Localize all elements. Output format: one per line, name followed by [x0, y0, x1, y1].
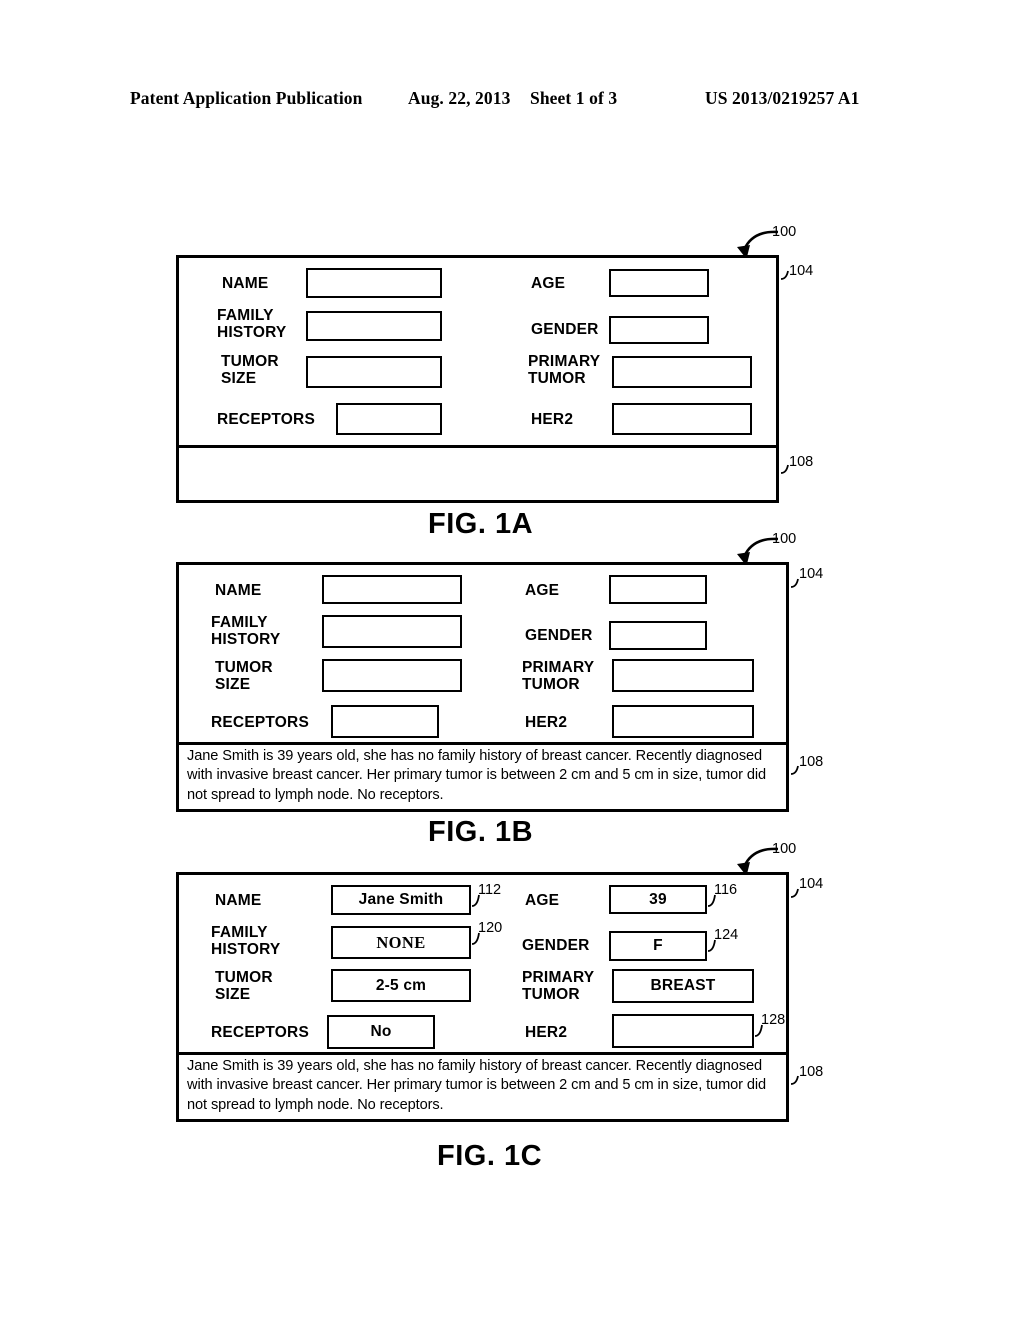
- label-gender-1c: GENDER: [522, 937, 590, 954]
- form-area-1c: NAME Jane Smith FAMILY HISTORY NONE TUMO…: [179, 875, 786, 1055]
- label-name-1c: NAME: [215, 892, 262, 909]
- field-receptors-1a[interactable]: [336, 403, 442, 435]
- label-receptors: RECEPTORS: [217, 411, 315, 428]
- publication-date: Aug. 22, 2013: [408, 88, 511, 108]
- label-name-1b: NAME: [215, 582, 262, 599]
- field-family-history-1a[interactable]: [306, 311, 442, 341]
- form-area-1b: NAME FAMILY HISTORY TUMOR SIZE RECEPTORS…: [179, 565, 786, 745]
- label-name: NAME: [222, 275, 269, 292]
- ref-100-1c: 100: [772, 841, 797, 857]
- label-age-1c: AGE: [525, 892, 560, 909]
- field-receptors-1c[interactable]: No: [327, 1015, 435, 1049]
- patient-record-frame-1b: NAME FAMILY HISTORY TUMOR SIZE RECEPTORS…: [176, 562, 789, 812]
- label-primary-tumor-1b: PRIMARY TUMOR: [522, 659, 595, 693]
- field-tumor-size-1c[interactable]: 2-5 cm: [331, 969, 471, 1002]
- label-her2-1b: HER2: [525, 714, 568, 731]
- ref-104-1c: 104: [799, 876, 824, 892]
- label-tumor-size-1b: TUMOR SIZE: [215, 659, 273, 693]
- page-header: Patent Application Publication Aug. 22, …: [130, 88, 894, 112]
- publication-title: Patent Application Publication: [130, 88, 363, 108]
- field-gender-1b[interactable]: [609, 621, 707, 650]
- ref-128: 128: [761, 1012, 786, 1028]
- field-age-1b[interactable]: [609, 575, 707, 604]
- figure-caption-1a: FIG. 1A: [428, 508, 534, 540]
- label-family-history-1c: FAMILY HISTORY: [211, 924, 281, 958]
- ref-104-1a: 104: [789, 263, 814, 279]
- field-gender-1c[interactable]: F: [609, 931, 707, 961]
- field-age-1c[interactable]: 39: [609, 885, 707, 914]
- description-area-1b: Jane Smith is 39 years old, she has no f…: [179, 742, 786, 809]
- ref-104-1b: 104: [799, 566, 824, 582]
- sheet-number: Sheet 1 of 3: [530, 88, 618, 108]
- ref-100-1b: 100: [772, 531, 797, 547]
- label-tumor-size: TUMOR SIZE: [221, 353, 279, 387]
- ref-108-1b: 108: [799, 754, 824, 770]
- label-receptors-1b: RECEPTORS: [211, 714, 309, 731]
- label-receptors-1c: RECEPTORS: [211, 1024, 309, 1041]
- label-tumor-size-1c: TUMOR SIZE: [215, 969, 273, 1003]
- label-family-history: FAMILY HISTORY: [217, 307, 287, 341]
- field-name-1c[interactable]: Jane Smith: [331, 885, 471, 915]
- field-primary-tumor-1b[interactable]: [612, 659, 754, 692]
- field-her2-1c[interactable]: [612, 1014, 754, 1048]
- ref-120: 120: [478, 920, 503, 936]
- patient-record-frame-1a: NAME FAMILY HISTORY TUMOR SIZE RECEPTORS…: [176, 255, 779, 503]
- patient-record-frame-1c: NAME Jane Smith FAMILY HISTORY NONE TUMO…: [176, 872, 789, 1122]
- description-area-1a: [179, 445, 776, 500]
- field-tumor-size-1a[interactable]: [306, 356, 442, 388]
- label-age: AGE: [531, 275, 566, 292]
- figure-caption-1b: FIG. 1B: [428, 816, 534, 848]
- field-name-1a[interactable]: [306, 268, 442, 298]
- field-name-1b[interactable]: [322, 575, 462, 604]
- label-her2: HER2: [531, 411, 574, 428]
- label-her2-1c: HER2: [525, 1024, 568, 1041]
- ref-108-1c: 108: [799, 1064, 824, 1080]
- ref-108-1a: 108: [789, 454, 814, 470]
- field-family-history-1b[interactable]: [322, 615, 462, 648]
- field-receptors-1b[interactable]: [331, 705, 439, 738]
- patent-number: US 2013/0219257 A1: [705, 88, 860, 108]
- ref-124: 124: [714, 927, 739, 943]
- ref-112: 112: [478, 882, 502, 898]
- field-age-1a[interactable]: [609, 269, 709, 297]
- field-tumor-size-1b[interactable]: [322, 659, 462, 692]
- label-gender-1b: GENDER: [525, 627, 593, 644]
- ref-100: 100: [772, 224, 797, 240]
- label-primary-tumor: PRIMARY TUMOR: [528, 353, 601, 387]
- field-her2-1b[interactable]: [612, 705, 754, 738]
- label-primary-tumor-1c: PRIMARY TUMOR: [522, 969, 595, 1003]
- field-primary-tumor-1c[interactable]: BREAST: [612, 969, 754, 1003]
- description-area-1c: Jane Smith is 39 years old, she has no f…: [179, 1052, 786, 1119]
- field-family-history-1c[interactable]: NONE: [331, 926, 471, 959]
- field-primary-tumor-1a[interactable]: [612, 356, 752, 388]
- form-area-1a: NAME FAMILY HISTORY TUMOR SIZE RECEPTORS…: [179, 258, 776, 448]
- field-her2-1a[interactable]: [612, 403, 752, 435]
- ref-116: 116: [714, 882, 738, 898]
- label-family-history-1b: FAMILY HISTORY: [211, 614, 281, 648]
- figure-caption-1c: FIG. 1C: [437, 1140, 543, 1172]
- label-age-1b: AGE: [525, 582, 560, 599]
- field-gender-1a[interactable]: [609, 316, 709, 344]
- label-gender: GENDER: [531, 321, 599, 338]
